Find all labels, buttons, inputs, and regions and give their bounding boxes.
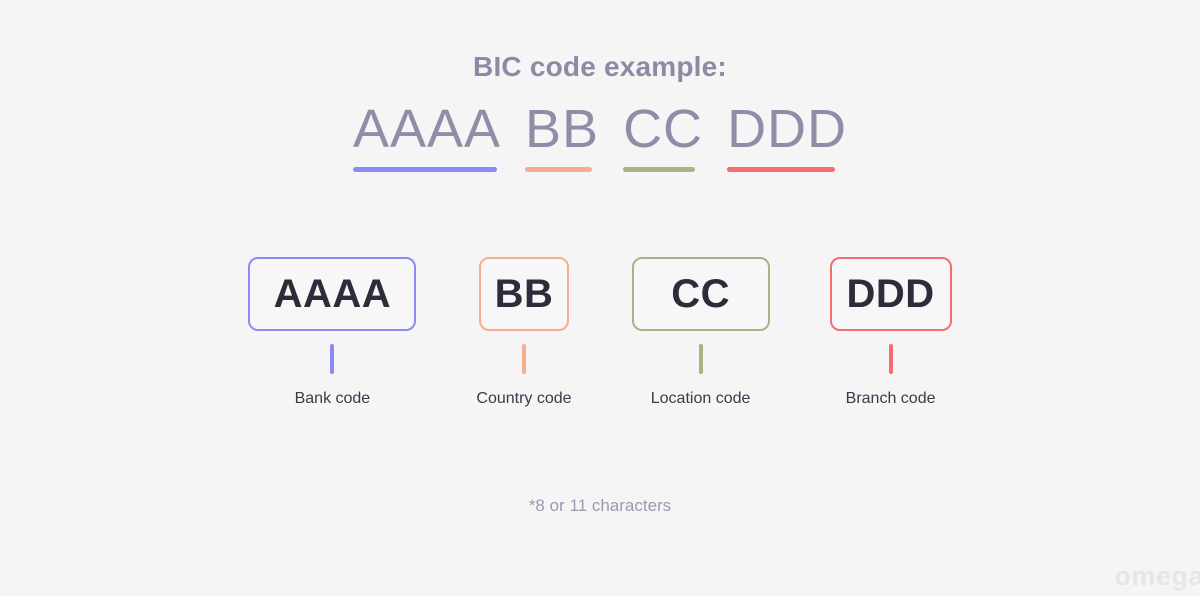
- omega-watermark: omega: [1114, 561, 1200, 591]
- code-box-text: AAAA: [273, 272, 392, 316]
- code-box-branch: DDD: [829, 257, 952, 331]
- example-underline: [727, 167, 836, 172]
- segment-group-bank: AAAA Bank code: [248, 257, 417, 408]
- example-underline: [623, 167, 696, 172]
- code-box-location: CC: [631, 257, 770, 331]
- example-chars: AAAA: [352, 99, 502, 159]
- example-chars: CC: [623, 99, 704, 159]
- segment-label-bank: Bank code: [294, 390, 371, 407]
- example-segment-bank: AAAA: [352, 99, 502, 172]
- example-underline: [352, 167, 497, 172]
- code-box-bank: AAAA: [248, 257, 417, 331]
- code-box-country: BB: [478, 257, 569, 331]
- example-code-row: AAAA BB CC DDD: [0, 100, 1200, 172]
- connector-line: [698, 344, 703, 374]
- example-segment-location: CC: [623, 100, 703, 172]
- example-chars: BB: [525, 99, 600, 159]
- segment-label-branch: Branch code: [845, 390, 936, 407]
- example-chars: DDD: [727, 99, 848, 159]
- example-underline: [525, 167, 593, 172]
- page-title: BIC code example:: [473, 51, 727, 82]
- code-box-text: DDD: [846, 272, 935, 316]
- bic-code-diagram: BIC code example: AAAA BB CC DDD AAAA Ba…: [0, 0, 1200, 596]
- code-boxes-row: AAAA Bank code BB Country code CC Locati…: [0, 257, 1200, 408]
- code-box-text: CC: [671, 272, 730, 316]
- connector-line: [888, 344, 893, 374]
- segment-group-location: CC Location code: [631, 257, 770, 408]
- connector-line: [330, 344, 335, 374]
- code-box-text: BB: [494, 272, 554, 316]
- footnote-text: *8 or 11 characters: [528, 496, 672, 515]
- segment-group-country: BB Country code: [476, 257, 572, 408]
- example-segment-country: BB: [525, 100, 599, 172]
- segment-label-country: Country code: [476, 390, 572, 407]
- segment-group-branch: DDD Branch code: [829, 257, 952, 408]
- segment-label-location: Location code: [650, 390, 751, 407]
- example-segment-branch: DDD: [727, 100, 847, 172]
- connector-line: [521, 344, 526, 374]
